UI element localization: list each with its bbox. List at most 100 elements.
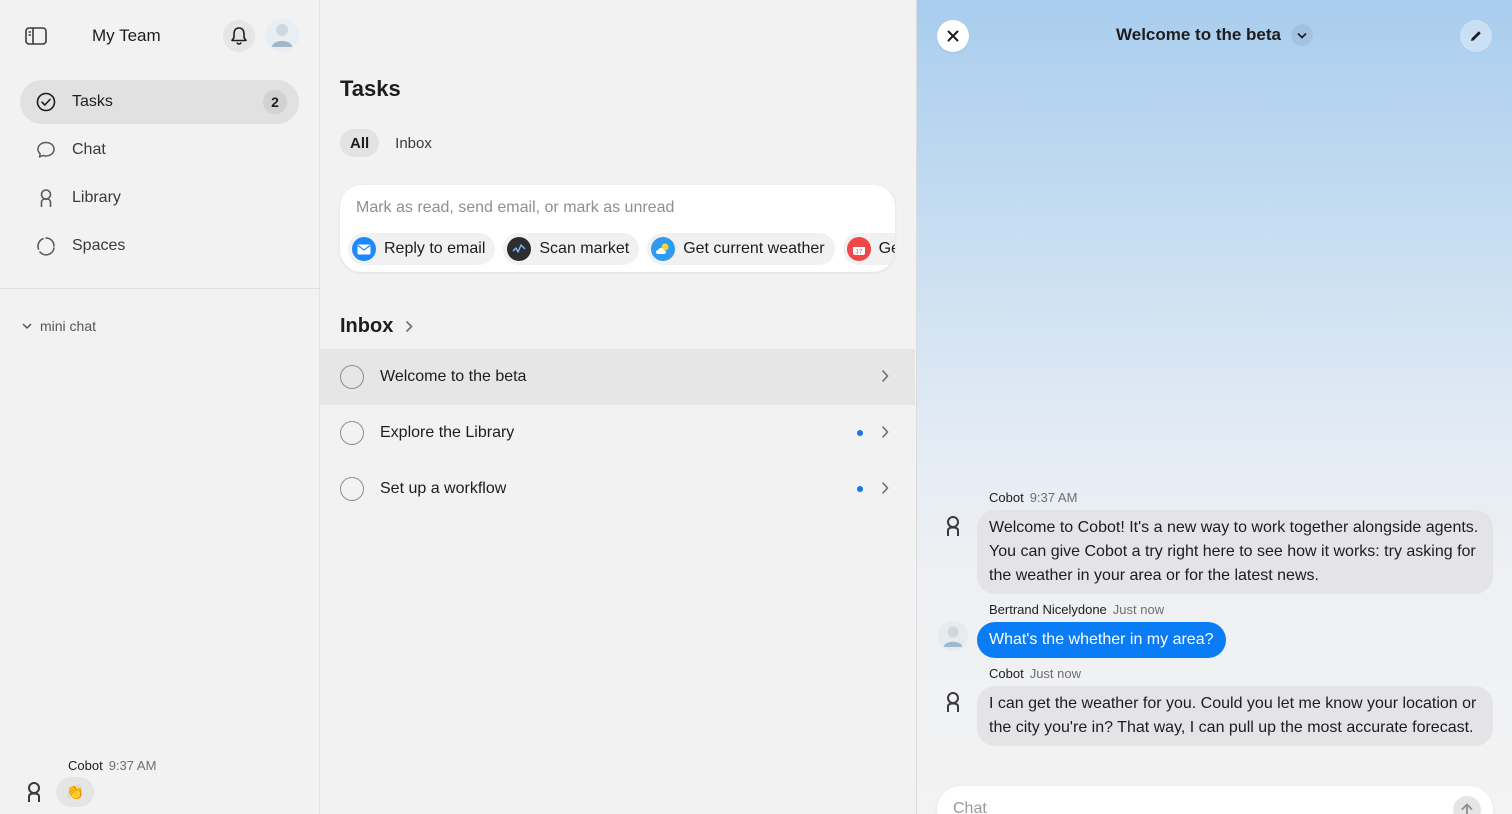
tab-all[interactable]: All (340, 129, 380, 157)
user-avatar (937, 620, 969, 652)
market-icon (507, 237, 532, 261)
sidebar-item-label: Library (72, 189, 121, 206)
message-sender: Bertrand Nicelydone (989, 602, 1107, 617)
chip-label: Get current weather (683, 240, 825, 257)
sidebar-item-label: Spaces (72, 237, 126, 254)
reaction-bubble: 👏 (56, 777, 94, 807)
message: Cobot Just now I can get the weather for … (937, 666, 1493, 746)
message-sender: Cobot (68, 758, 103, 773)
chat-bubble-icon (36, 140, 56, 160)
message-time: Just now (1029, 666, 1082, 681)
bot-avatar-icon (947, 516, 959, 536)
message-bubble: What's the whether in my area? (977, 622, 1226, 658)
chevron-right-icon (881, 369, 889, 383)
chevron-right-icon (406, 320, 413, 333)
task-title: Set up a workflow (380, 480, 507, 497)
chevron-right-icon (881, 425, 889, 439)
chip-scan-market[interactable]: Scan market (503, 233, 640, 265)
cobot-avatar (937, 686, 969, 718)
sidebar-item-chat[interactable]: Chat (20, 128, 299, 172)
chevron-right-icon (881, 481, 889, 495)
inbox-heading: Inbox (340, 315, 394, 337)
title-dropdown-button[interactable] (1291, 24, 1313, 46)
list-item[interactable]: Welcome to the beta (320, 349, 915, 405)
tab-inbox[interactable]: Inbox (385, 129, 442, 157)
page-title: Tasks (340, 76, 401, 101)
message: Bertrand Nicelydone Just now What's the w… (937, 602, 1493, 658)
message-bubble: I can get the weather for you. Could you… (977, 686, 1493, 746)
list-item[interactable]: Set up a workflow (320, 461, 915, 517)
message: Cobot 9:37 AM Welcome to Cobot! It's a ne… (937, 490, 1493, 594)
sidebar-item-label: Tasks (72, 93, 113, 110)
chip-label: Reply to email (384, 240, 486, 257)
message-sender: Cobot (989, 666, 1024, 681)
chip-label: Get e (878, 240, 895, 257)
message-meta: Cobot 9:37 AM (989, 490, 1493, 505)
sidebar-header: My Team (20, 16, 299, 56)
sidebar: My Team Tasks 2 Chat Library Spaces mini… (0, 0, 320, 814)
message-meta: Cobot Just now (989, 666, 1493, 681)
user-avatar-icon (272, 24, 292, 47)
conversation-panel: Welcome to the beta Cobot 9:37 AM Welcome… (916, 0, 1512, 814)
sidebar-divider (0, 288, 319, 289)
message-list: Cobot 9:37 AM Welcome to Cobot! It's a ne… (937, 490, 1493, 754)
complete-checkbox[interactable] (340, 477, 364, 501)
bell-icon (231, 27, 247, 45)
message-time: 9:37 AM (1029, 490, 1078, 505)
sidebar-toggle-button[interactable] (20, 20, 52, 52)
suggestion-chips: Reply to email Scan market Get current w… (348, 233, 895, 265)
conversation-title[interactable]: Welcome to the beta (1116, 25, 1281, 45)
mini-chat-section-toggle[interactable]: mini chat (22, 318, 96, 334)
message-sender: Cobot (989, 490, 1024, 505)
chevron-down-icon (1297, 32, 1307, 39)
arrow-up-icon (1461, 803, 1473, 814)
sidebar-item-label: Chat (72, 141, 106, 158)
tasks-tabs: All Inbox (340, 129, 448, 157)
inbox-list: Welcome to the beta Explore the Library … (320, 349, 915, 517)
user-avatar[interactable] (265, 18, 299, 52)
chat-input[interactable] (953, 800, 1433, 814)
edit-button[interactable] (1460, 20, 1492, 52)
calendar-icon: 17 (846, 237, 871, 261)
chip-label: Scan market (539, 240, 630, 257)
cobot-avatar (20, 778, 48, 806)
chip-get-current-weather[interactable]: Get current weather (647, 233, 835, 265)
spaces-icon (36, 236, 56, 256)
mini-chat-label: mini chat (40, 318, 97, 334)
command-box: Reply to email Scan market Get current w… (340, 185, 895, 272)
task-title: Welcome to the beta (380, 368, 527, 385)
notifications-button[interactable] (223, 20, 255, 52)
mail-icon (352, 237, 376, 261)
message-time: Just now (1112, 602, 1165, 617)
message-bubble: Welcome to Cobot! It's a new way to work… (977, 510, 1493, 594)
sidebar-item-tasks[interactable]: Tasks 2 (20, 80, 299, 124)
chip-get-events[interactable]: 17 Get e (842, 233, 895, 265)
inbox-heading-link[interactable]: Inbox (340, 315, 413, 338)
send-button[interactable] (1453, 796, 1481, 814)
unread-dot (857, 486, 863, 492)
sidebar-item-library[interactable]: Library (20, 176, 299, 220)
tasks-count-badge: 2 (263, 90, 287, 114)
team-name[interactable]: My Team (92, 26, 161, 46)
bot-avatar-icon (947, 692, 959, 712)
chip-reply-to-email[interactable]: Reply to email (348, 233, 496, 265)
user-avatar-icon (938, 621, 968, 651)
complete-checkbox[interactable] (340, 421, 364, 445)
sidebar-toggle-icon (25, 27, 47, 45)
message-meta: Bertrand Nicelydone Just now (989, 602, 1493, 617)
bot-avatar-icon (28, 782, 40, 802)
check-circle-icon (36, 92, 56, 112)
tasks-panel: Tasks All Inbox Reply to email Scan mark… (320, 0, 915, 814)
command-input[interactable] (356, 199, 876, 217)
cobot-avatar (937, 510, 969, 542)
complete-checkbox[interactable] (340, 365, 364, 389)
svg-text:17: 17 (855, 250, 862, 256)
message-time: 9:37 AM (108, 758, 157, 773)
list-item[interactable]: Explore the Library (320, 405, 915, 461)
chevron-down-icon (22, 323, 32, 330)
mini-chat-last-message[interactable]: Cobot 9:37 AM 👏 (20, 758, 156, 807)
chat-composer (937, 786, 1493, 814)
unread-dot (857, 430, 863, 436)
sidebar-item-spaces[interactable]: Spaces (20, 224, 299, 268)
message-meta: Cobot 9:37 AM (68, 758, 156, 773)
